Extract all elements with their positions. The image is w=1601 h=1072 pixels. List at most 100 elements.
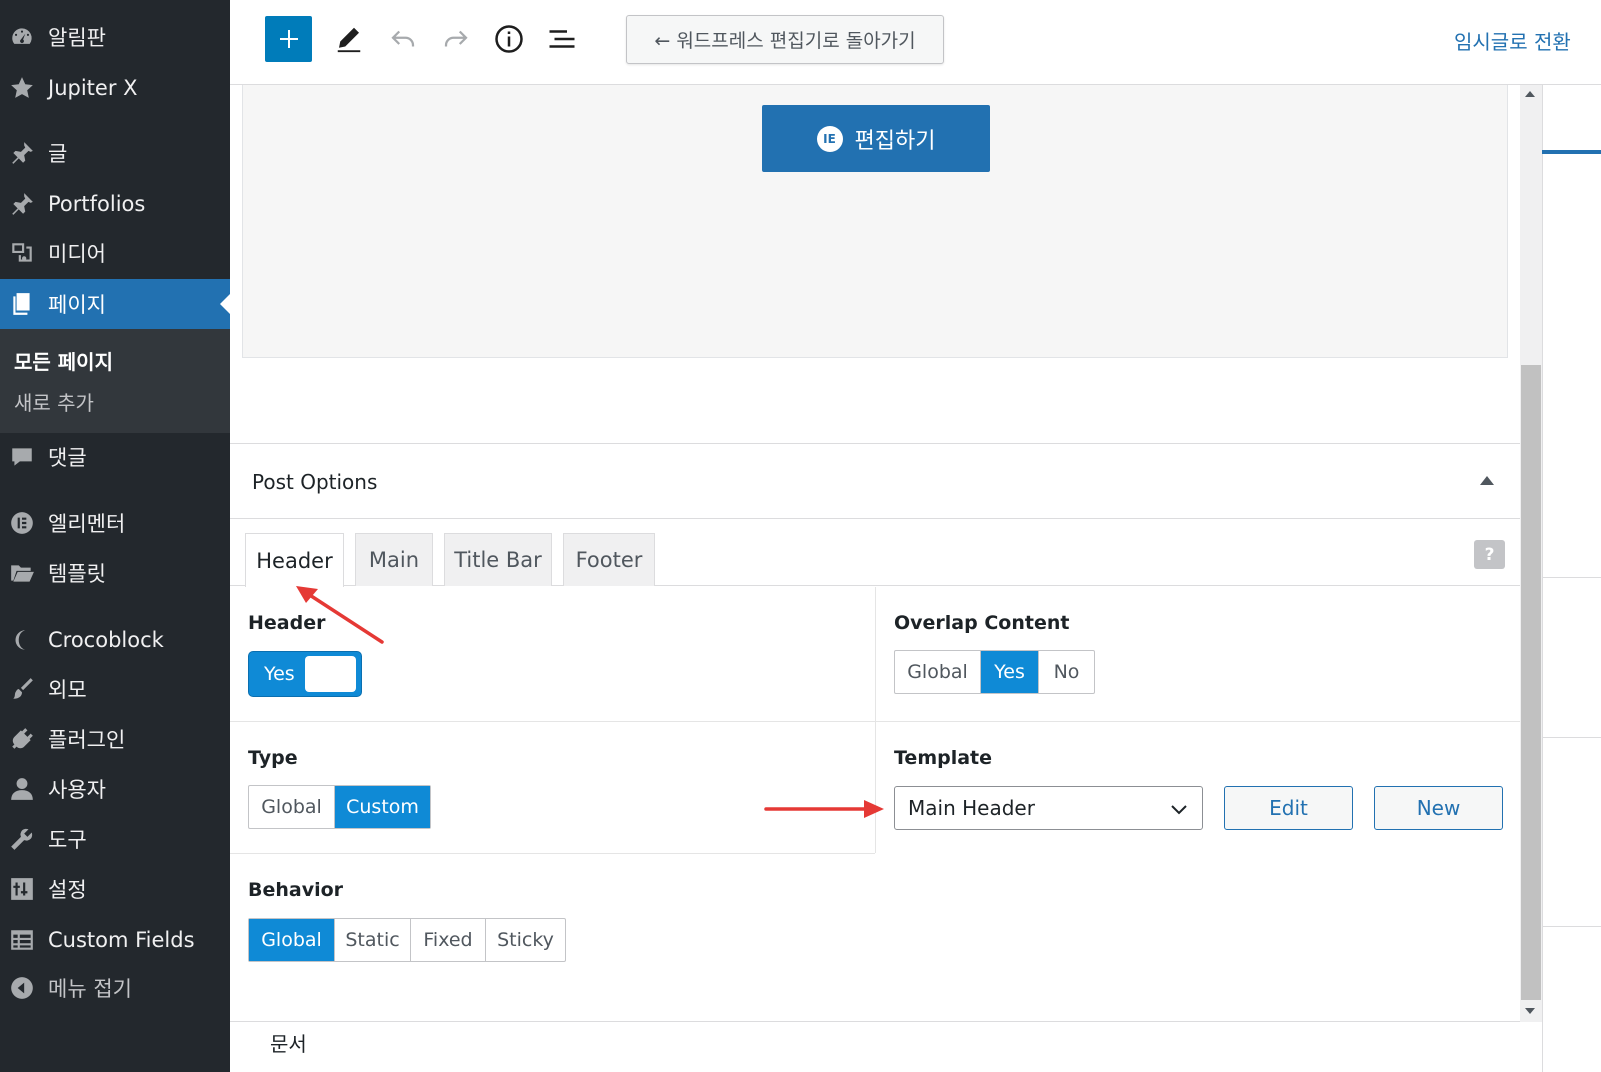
info-button[interactable]: [492, 22, 526, 56]
template-select[interactable]: Main Header: [894, 786, 1203, 830]
switch-to-draft-link[interactable]: 임시글로 전환: [1454, 26, 1571, 55]
plugin-icon: [8, 725, 36, 753]
editor-footer: 문서: [230, 1021, 1520, 1072]
template-edit-button[interactable]: Edit: [1224, 786, 1353, 830]
sidebar-item-label: 글: [48, 142, 68, 166]
sidebar-item-label: 사용자: [48, 778, 106, 802]
sidebar-item-posts[interactable]: 글: [0, 128, 230, 178]
edit-with-elementor-label: 편집하기: [854, 128, 936, 154]
sidebar-item-comments[interactable]: 댓글: [0, 432, 230, 482]
overlap-option-global[interactable]: Global: [895, 651, 981, 693]
post-options-header[interactable]: Post Options: [230, 443, 1520, 519]
redo-button[interactable]: [439, 22, 473, 56]
sidebar-item-users[interactable]: 사용자: [0, 764, 230, 814]
template-field-label: Template: [894, 747, 993, 769]
type-group: Global Custom: [248, 785, 431, 829]
plus-icon: [279, 30, 298, 48]
sidebar-item-label: 플러그인: [48, 728, 126, 752]
template-new-button[interactable]: New: [1374, 786, 1503, 830]
sidebar-item-elementor[interactable]: 엘리멘터: [0, 498, 230, 548]
settings-divider: [1543, 577, 1601, 578]
type-field-label: Type: [248, 747, 298, 769]
behavior-option-sticky[interactable]: Sticky: [486, 919, 565, 961]
help-icon[interactable]: ?: [1474, 540, 1505, 569]
sidebar-item-jupiter[interactable]: Jupiter X: [0, 63, 230, 113]
submenu-add-new[interactable]: 새로 추가: [14, 387, 94, 416]
sidebar-item-dashboard[interactable]: 알림판: [0, 12, 230, 62]
wrench-icon: [8, 825, 36, 853]
overlap-option-yes[interactable]: Yes: [981, 651, 1039, 693]
sidebar-item-custom-fields[interactable]: Custom Fields: [0, 915, 230, 965]
edit-with-elementor-button[interactable]: IE 편집하기: [762, 105, 990, 172]
submenu-all-pages[interactable]: 모든 페이지: [14, 346, 113, 375]
elementor-icon: [8, 509, 36, 537]
sidebar-item-portfolios[interactable]: Portfolios: [0, 179, 230, 229]
row-divider: [230, 721, 1520, 722]
pages-icon: [8, 290, 36, 318]
tab-header[interactable]: Header: [245, 533, 344, 587]
sidebar-item-crocoblock[interactable]: Crocoblock: [0, 615, 230, 665]
sidebar-item-pages[interactable]: 페이지: [0, 279, 230, 329]
scroll-up-icon[interactable]: [1525, 91, 1535, 97]
pin-icon: [8, 190, 36, 218]
pencil-icon: [337, 27, 361, 53]
scrollbar-thumb[interactable]: [1521, 365, 1541, 1000]
template-select-value: Main Header: [908, 796, 1035, 820]
collapse-caret-icon[interactable]: [1480, 476, 1494, 485]
info-icon: [495, 25, 523, 53]
add-block-button[interactable]: [265, 16, 312, 62]
sidebar-item-templates[interactable]: 템플릿: [0, 548, 230, 598]
list-outline-icon: [549, 30, 575, 48]
admin-sidebar: 알림판 Jupiter X 글 Portfolios 미디어 페이지 모든 페이…: [0, 0, 230, 1072]
behavior-option-fixed[interactable]: Fixed: [411, 919, 486, 961]
star-icon: [8, 74, 36, 102]
sidebar-item-plugins[interactable]: 플러그인: [0, 714, 230, 764]
behavior-option-static[interactable]: Static: [335, 919, 411, 961]
sidebar-item-appearance[interactable]: 외모: [0, 664, 230, 714]
user-icon: [8, 775, 36, 803]
type-option-global[interactable]: Global: [249, 786, 335, 828]
back-to-wordpress-editor-button[interactable]: ← 워드프레스 편집기로 돌아가기: [626, 15, 944, 64]
undo-button[interactable]: [386, 22, 420, 56]
brush-icon: [8, 675, 36, 703]
sidebar-item-tools[interactable]: 도구: [0, 814, 230, 864]
overlap-option-no[interactable]: No: [1039, 651, 1094, 693]
editor-toolbar: ← 워드프레스 편집기로 돌아가기 임시글로 전환: [230, 0, 1601, 85]
collapse-icon: [8, 974, 36, 1002]
tab-footer[interactable]: Footer: [563, 533, 655, 586]
overlap-content-label: Overlap Content: [894, 612, 1070, 634]
scroll-down-icon[interactable]: [1525, 1008, 1535, 1014]
sidebar-item-media[interactable]: 미디어: [0, 228, 230, 278]
edit-mode-button[interactable]: [332, 22, 366, 56]
type-option-custom[interactable]: Custom: [335, 786, 430, 828]
behavior-option-global[interactable]: Global: [249, 919, 335, 961]
footer-document-label[interactable]: 문서: [270, 1028, 307, 1057]
sidebar-item-label: 템플릿: [48, 562, 106, 586]
sidebar-item-label: Crocoblock: [48, 628, 164, 652]
chevron-down-icon: [1171, 805, 1187, 815]
toggle-knob: [305, 656, 356, 692]
behavior-group: Global Static Fixed Sticky: [248, 918, 566, 962]
table-icon: [8, 926, 36, 954]
sidebar-item-label: Custom Fields: [48, 928, 195, 952]
sidebar-item-label: 도구: [48, 828, 87, 852]
outline-button[interactable]: [545, 22, 579, 56]
tab-main[interactable]: Main: [355, 533, 433, 586]
pages-submenu: 모든 페이지 새로 추가: [0, 329, 230, 433]
sidebar-collapse-menu[interactable]: 메뉴 접기: [0, 963, 230, 1013]
settings-divider: [1543, 737, 1601, 738]
sidebar-item-label: 알림판: [48, 26, 106, 50]
editor-canvas: IE 편집하기: [242, 85, 1508, 358]
settings-tab-indicator: [1542, 150, 1601, 154]
crocoblock-icon: [8, 626, 36, 654]
media-icon: [8, 239, 36, 267]
sidebar-item-label: 페이지: [48, 293, 106, 317]
header-toggle[interactable]: Yes: [248, 651, 362, 697]
tab-title-bar[interactable]: Title Bar: [444, 533, 552, 586]
post-options-title: Post Options: [252, 470, 378, 494]
sidebar-item-settings[interactable]: 설정: [0, 864, 230, 914]
comment-icon: [8, 443, 36, 471]
sidebar-item-label: 댓글: [48, 446, 87, 470]
settings-divider: [1543, 926, 1601, 927]
post-options-tabs: Header Main Title Bar Footer ?: [230, 519, 1520, 587]
